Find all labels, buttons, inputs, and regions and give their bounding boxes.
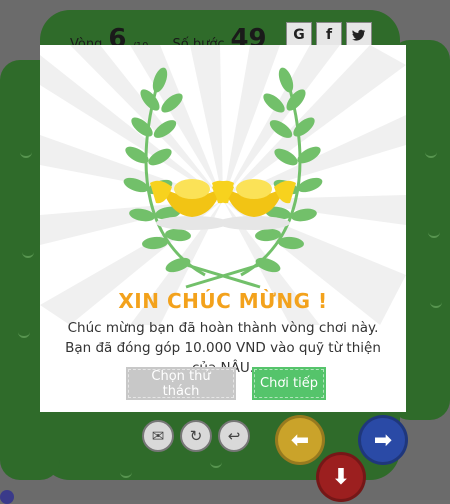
congratulations-dialog: XIN CHÚC MỪNG ! Chúc mừng bạn đã hoàn th… — [40, 45, 406, 412]
left-arrow-button[interactable]: ⬅ — [275, 415, 325, 465]
continue-button[interactable]: Chơi tiếp — [252, 367, 326, 400]
language-flag-icon[interactable] — [0, 490, 14, 504]
down-arrow-button[interactable]: ⬇ — [316, 452, 366, 502]
choose-challenge-button[interactable]: Chọn thử thách — [126, 367, 236, 400]
right-arrow-button[interactable]: ➡ — [358, 415, 408, 465]
menu-icon[interactable]: ✉ — [142, 420, 174, 452]
gold-ingot-icon — [150, 179, 296, 230]
congratulations-title: XIN CHÚC MỪNG ! — [118, 289, 328, 313]
restart-icon[interactable]: ↻ — [180, 420, 212, 452]
undo-icon[interactable]: ↩ — [218, 420, 250, 452]
laurel-wreath-icon — [123, 67, 323, 289]
